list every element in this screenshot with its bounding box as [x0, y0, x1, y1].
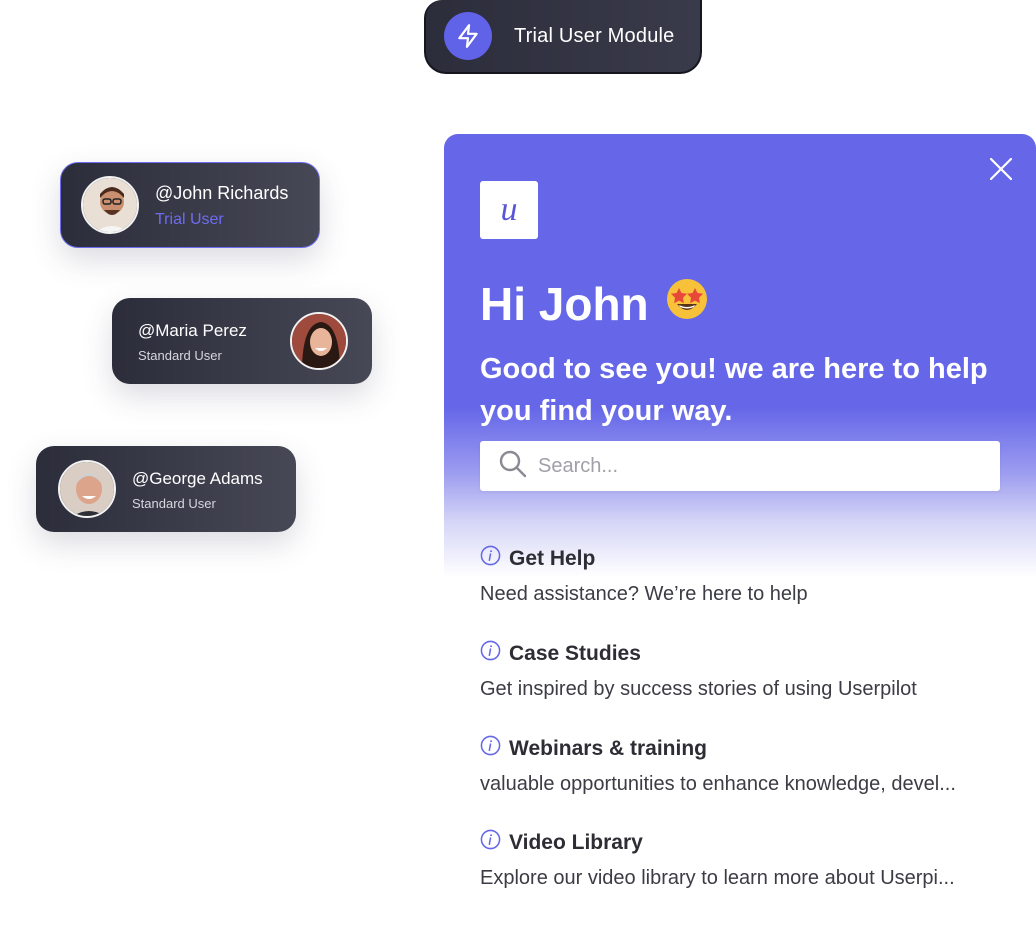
help-item-desc: Need assistance? We’re here to help	[480, 583, 808, 605]
user-name: @Maria Perez	[138, 320, 247, 340]
module-label: Trial User Module	[514, 24, 675, 47]
help-item-desc: valuable opportunities to enhance knowle…	[480, 773, 956, 795]
avatar	[290, 312, 348, 370]
help-item-title: Video Library	[509, 830, 643, 854]
info-icon	[480, 829, 501, 856]
search-box[interactable]	[480, 441, 1000, 491]
user-name: @George Adams	[132, 468, 263, 488]
user-card-george[interactable]: @George Adams Standard User	[36, 446, 296, 532]
help-item-webinars[interactable]: Webinars & training valuable opportuniti…	[480, 735, 1010, 796]
user-card-maria[interactable]: @Maria Perez Standard User	[112, 298, 372, 384]
user-role: Standard User	[138, 347, 222, 363]
help-item-title: Webinars & training	[509, 736, 707, 760]
userpilot-logo: u	[480, 181, 538, 239]
search-icon	[498, 449, 528, 484]
help-panel: u Hi John Good to see you! we are here t…	[444, 134, 1036, 940]
help-item-title: Get Help	[509, 546, 596, 570]
help-item-desc: Explore our video library to learn more …	[480, 867, 955, 889]
help-item-title: Case Studies	[509, 641, 641, 665]
help-item-get-help[interactable]: Get Help Need assistance? We’re here to …	[480, 545, 1010, 606]
avatar	[81, 176, 139, 234]
help-item-desc: Get inspired by success stories of using…	[480, 678, 917, 700]
user-name: @John Richards	[155, 182, 289, 203]
star-struck-emoji-icon	[663, 274, 711, 333]
greeting-subtitle: Good to see you! we are here to help you…	[480, 353, 988, 427]
greeting-text: Hi John	[480, 277, 649, 330]
close-icon[interactable]	[988, 156, 1014, 182]
user-role: Trial User	[155, 210, 224, 228]
user-card-john[interactable]: @John Richards Trial User	[60, 162, 320, 248]
logo-letter: u	[500, 191, 518, 228]
avatar	[58, 460, 116, 518]
search-input[interactable]	[536, 453, 980, 479]
greeting-heading: Hi John	[480, 274, 711, 333]
help-item-video-library[interactable]: Video Library Explore our video library …	[480, 829, 1010, 890]
user-role: Standard User	[132, 495, 216, 511]
info-icon	[480, 735, 501, 762]
info-icon	[480, 545, 501, 572]
help-item-case-studies[interactable]: Case Studies Get inspired by success sto…	[480, 640, 1010, 701]
info-icon	[480, 640, 501, 667]
trial-user-module-badge: Trial User Module	[424, 0, 702, 74]
lightning-icon	[444, 12, 492, 60]
